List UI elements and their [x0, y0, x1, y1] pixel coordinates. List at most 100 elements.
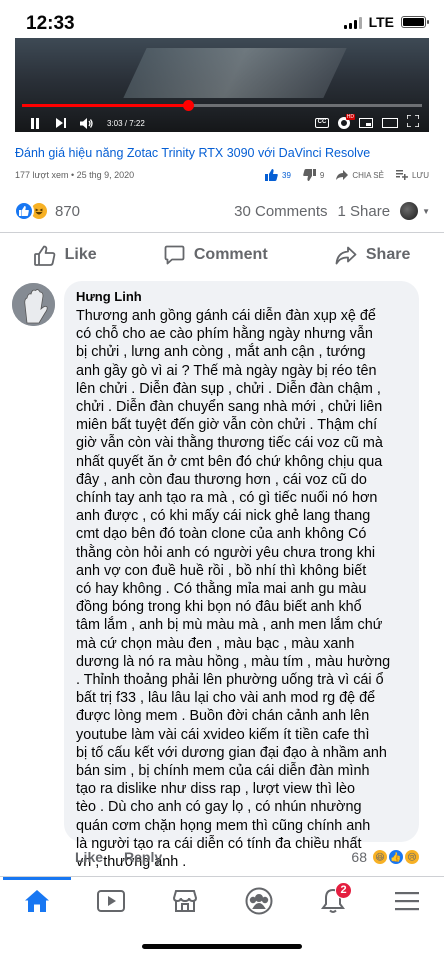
tab-watch[interactable]	[86, 878, 136, 924]
video-play-icon	[97, 889, 125, 912]
divider	[0, 232, 444, 233]
video-player[interactable]: 3:03 / 7:22 CC HD	[15, 38, 429, 132]
comment-line: tạo ra dislike như diss rap , lượt view …	[76, 781, 356, 798]
video-controls: 3:03 / 7:22 CC HD	[25, 114, 420, 132]
comment-line: giờ vẫn còn vài thằng thương tiếc cái vo…	[76, 435, 383, 452]
reaction-icons[interactable]	[14, 201, 49, 221]
thumbs-up-outline-icon	[33, 245, 55, 266]
caret-down-icon[interactable]: ▼	[422, 207, 430, 216]
video-like-count: 39	[282, 170, 291, 180]
comment-line: anh vợ con đuề huề rồi , bồ nhí thì khôn…	[76, 562, 367, 579]
tab-home[interactable]	[3, 876, 71, 924]
video-save-button[interactable]: LƯU	[395, 170, 429, 180]
comment-author[interactable]: Hưng Linh	[76, 289, 407, 304]
next-icon[interactable]	[51, 116, 71, 130]
tab-groups[interactable]	[234, 878, 284, 924]
hd-badge: HD	[345, 114, 355, 120]
share-button-label: Share	[365, 246, 411, 263]
comment-like-button[interactable]: Like	[75, 849, 103, 865]
sad-reaction-icon: 😢	[404, 849, 420, 865]
video-progress-fill	[22, 104, 188, 107]
comment-button-label: Comment	[193, 246, 268, 263]
viewer-avatar[interactable]	[400, 202, 419, 220]
share-arrow-icon	[336, 170, 349, 180]
share-count[interactable]: 1 Share	[338, 203, 391, 220]
hamburger-menu-icon	[395, 891, 419, 910]
comment-line: Thương anh gồng gánh cái diễn đàn xụp xệ…	[76, 308, 376, 324]
notification-badge: 2	[335, 881, 352, 899]
pause-icon[interactable]	[25, 116, 45, 130]
comment-line: quán cơm chặn họng mem thì cũng chính an…	[76, 817, 371, 834]
comment-line: cmt dạo bên đó toàn clone của anh không …	[76, 526, 367, 543]
comment-line: chửi . Diễn đàn chuyển sang nhà mới , ch…	[76, 399, 383, 416]
status-icons: LTE	[343, 14, 429, 30]
like-reaction-icon: 👍	[388, 849, 404, 865]
comment-line: bị chửi , lưng anh còng , mắt anh cận , …	[76, 344, 366, 361]
comment-line: anh gầy gò vì ai ? Thế mà ngày ngày bị r…	[76, 362, 377, 379]
comment-line: thằng còn hỏi anh có người yêu chưa tron…	[76, 544, 376, 561]
haha-reaction-icon: 😆	[372, 849, 388, 865]
comment-reactions[interactable]: 68 😆 👍 😢	[351, 849, 420, 865]
tab-menu[interactable]	[382, 878, 432, 924]
video-scrubber-handle[interactable]	[182, 100, 194, 111]
volume-icon[interactable]	[77, 116, 97, 130]
fullscreen-icon[interactable]	[406, 114, 420, 132]
comment-line: miên bất tuyệt đến giờ vẫn còn chửi . Th…	[76, 417, 378, 434]
comment-line: được lòng mem . Buồn đời chán cảnh anh l…	[76, 708, 370, 725]
tab-marketplace[interactable]	[160, 878, 210, 924]
comment-text: Thương anh gồng gánh cái diễn đàn xụp xệ…	[76, 307, 407, 871]
like-reaction-icon	[14, 201, 34, 221]
network-type: LTE	[368, 14, 394, 30]
bottom-tab-bar: 2	[0, 876, 444, 924]
post-action-bar: Like Comment Share	[0, 235, 444, 275]
theater-mode-icon[interactable]	[382, 118, 398, 128]
commenter-avatar[interactable]	[12, 283, 55, 326]
share-arrow-outline-icon	[335, 246, 357, 264]
miniplayer-icon[interactable]	[359, 118, 373, 128]
home-indicator[interactable]	[142, 944, 302, 949]
reaction-count[interactable]: 870	[55, 203, 80, 220]
settings-gear-icon[interactable]: HD	[338, 114, 355, 129]
comment-count[interactable]: 30 Comments	[234, 203, 327, 220]
video-progress-bar[interactable]	[22, 100, 422, 111]
comment-line: mà cứ chọn màu đen , màu bạc , màu xanh	[76, 635, 355, 652]
video-dislike-count: 9	[319, 170, 325, 180]
comment-line: youtube làm vài cái xvideo kiếm ít tiền …	[76, 726, 370, 743]
comment-bubble[interactable]: Hưng Linh Thương anh gồng gánh cái diễn …	[64, 281, 419, 870]
battery-icon	[401, 16, 429, 28]
video-title-link[interactable]: Đánh giá hiệu năng Zotac Trinity RTX 309…	[15, 146, 370, 160]
video-share-label: CHIA SẺ	[352, 170, 384, 180]
like-button[interactable]: Like	[33, 245, 97, 266]
home-icon	[25, 889, 49, 912]
video-time-readout: 3:03 / 7:22	[107, 118, 145, 128]
video-share-button[interactable]: CHIA SẺ	[336, 170, 384, 180]
comment-line: . Thỉnh thoảng phải lên phường uống trà …	[76, 672, 384, 689]
share-button[interactable]: Share	[335, 246, 410, 265]
comment-line: bị tố cấu kết với dương gian đại đạo à n…	[76, 744, 387, 761]
comment-reaction-count: 68	[351, 849, 367, 865]
comment-line: anh được , có khi mấy cái nick ghẻ lang …	[76, 508, 371, 525]
comment-footer: Like Reply 68 😆 👍 😢	[75, 849, 420, 865]
comment-reply-button[interactable]: Reply	[124, 849, 162, 865]
comment-line: đồng bóng trong khi bọn nó đâu biết anh …	[76, 599, 362, 616]
comment-button[interactable]: Comment	[164, 245, 268, 265]
video-like-button[interactable]: 39	[265, 169, 291, 181]
comment-line: bất trị f33 , lâu lâu lại cho vài anh mo…	[76, 690, 376, 707]
marketplace-store-icon	[172, 889, 198, 912]
video-meta-row: 177 lượt xem • 25 thg 9, 2020 39 9 CHIA …	[15, 169, 429, 181]
video-save-label: LƯU	[411, 170, 429, 180]
subtitles-icon[interactable]: CC	[315, 118, 329, 128]
cellular-signal-icon	[343, 16, 362, 29]
post-reactions-summary: 870 30 Comments 1 Share ▼	[14, 199, 430, 223]
comment-line: dương là nó ra màu hồng , màu tím , màu …	[76, 653, 391, 670]
comment-line: lên chửi . Diễn đàn sụp , chửi . Diễn đà…	[76, 380, 381, 397]
like-button-label: Like	[64, 246, 97, 263]
tab-notifications[interactable]: 2	[308, 878, 358, 924]
video-dislike-button[interactable]: 9	[303, 169, 324, 181]
comment-line: có chỗ cho ae cào phím hằng ngày nhưng v…	[76, 326, 373, 343]
comment-line: đây , anh còn đau thương hơn , cái voz c…	[76, 471, 367, 488]
comment-line: nhất quyết ăn ở cmt bên đó chứ không chị…	[76, 453, 383, 470]
status-time: 12:33	[26, 13, 75, 34]
comment-line: tèo . Dù cho anh có gay lọ , có nhún như…	[76, 799, 362, 816]
comment-line: bán sim , bị chính mem của cái diễn đàn …	[76, 763, 370, 780]
